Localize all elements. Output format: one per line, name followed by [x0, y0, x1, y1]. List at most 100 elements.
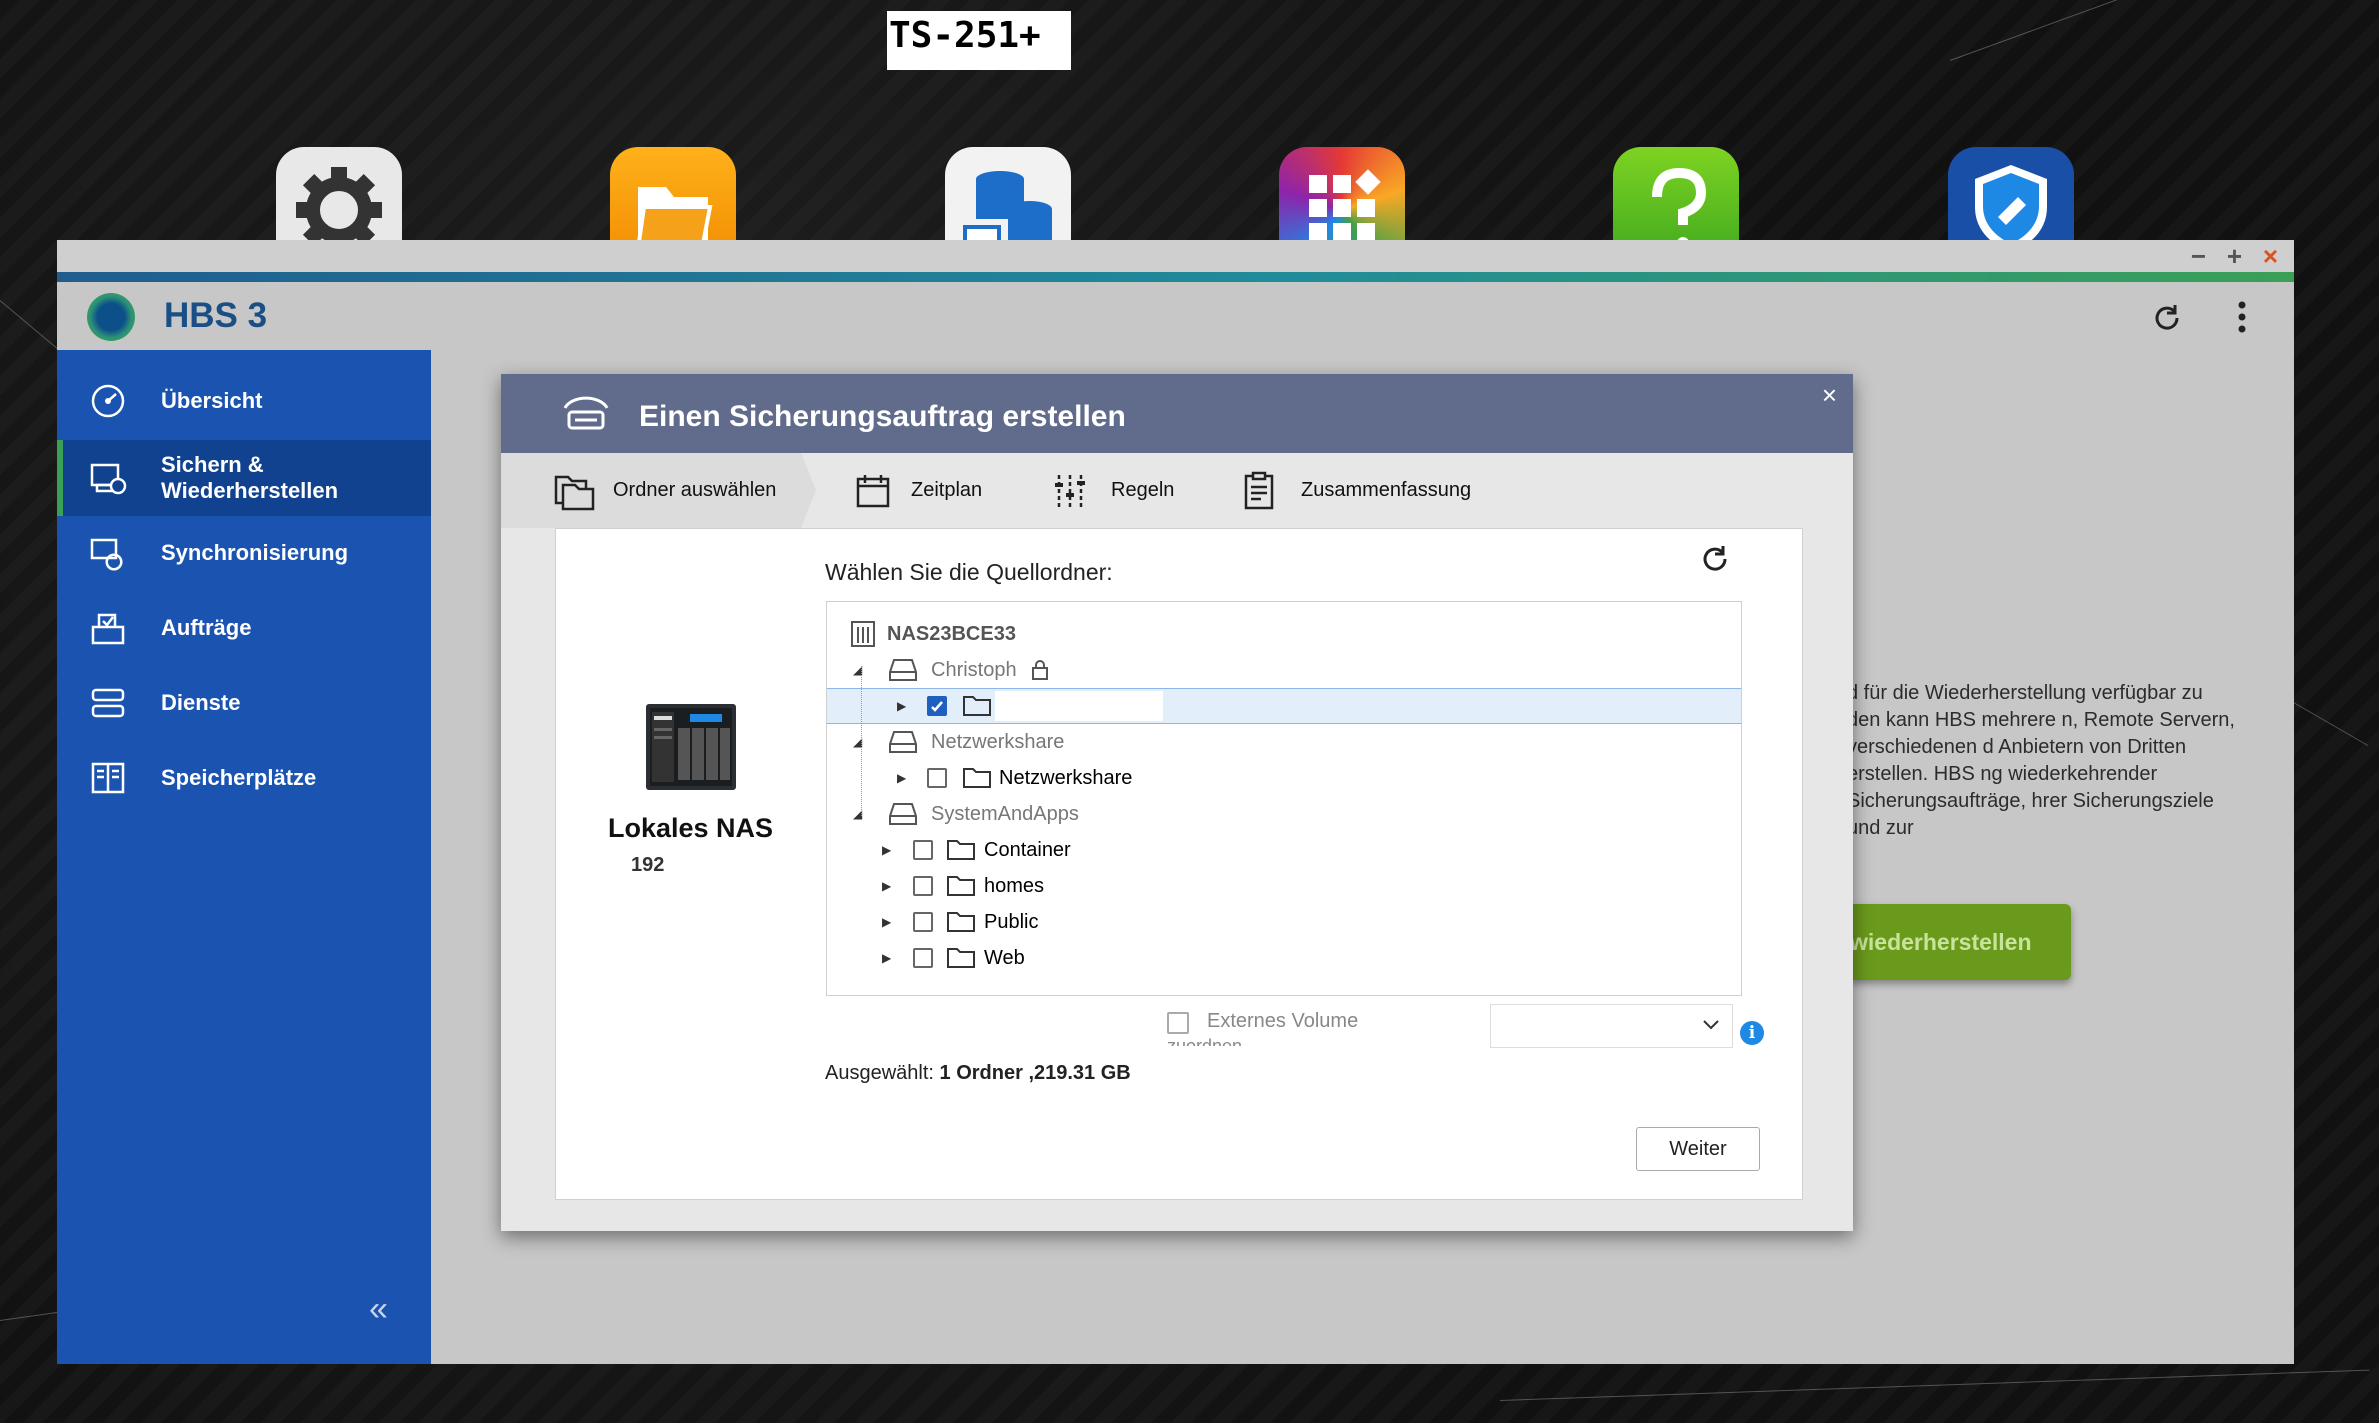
tree-folder[interactable]: ▶ Netzwerkshare: [827, 760, 1741, 796]
restore-button[interactable]: wiederherstellen: [1850, 904, 2071, 980]
more-options-icon[interactable]: [2237, 300, 2247, 334]
drive-icon: [889, 731, 917, 753]
external-volume-sublabel: zuordnen: [1167, 1036, 1243, 1046]
step-summary[interactable]: Zusammenfassung: [1243, 453, 1471, 528]
expand-triangle-icon[interactable]: ▶: [882, 843, 891, 857]
folder-checkbox[interactable]: [913, 840, 933, 860]
folder-label: Container: [984, 838, 1071, 861]
tree-share-christoph[interactable]: ◢ Christoph: [827, 652, 1741, 688]
folder-checkbox[interactable]: [927, 768, 947, 788]
nas-name: Lokales NAS: [608, 813, 774, 843]
sidebar-item-overview[interactable]: Übersicht: [57, 370, 431, 432]
dialog-title: Einen Sicherungsauftrag erstellen: [639, 400, 1126, 433]
step-schedule[interactable]: Zeitplan: [855, 453, 982, 528]
title-accent-bar: [57, 272, 2294, 282]
dialog-header: Einen Sicherungsauftrag erstellen ×: [501, 374, 1853, 453]
backup-job-icon: [563, 396, 609, 430]
folder-checkbox[interactable]: [913, 912, 933, 932]
folder-checkbox[interactable]: [913, 948, 933, 968]
source-folder-label: Wählen Sie die Quellordner:: [825, 559, 1113, 585]
tree-folder[interactable]: ▶ Web: [827, 940, 1741, 976]
folder-selection-panel: Lokales NAS 192 Wählen Sie die Quellordn…: [555, 528, 1803, 1200]
wizard-steps: Ordner auswählen Zeitplan Regeln Zusamme…: [501, 453, 1853, 528]
dashboard-icon: [91, 384, 125, 418]
selection-value: 1 Ordner ,219.31 GB: [939, 1062, 1131, 1084]
sidebar-item-label: Aufträge: [161, 615, 252, 640]
expand-triangle-icon[interactable]: ▶: [882, 879, 891, 893]
drive-icon: [889, 659, 917, 681]
tree-root[interactable]: NAS23BCE33: [827, 616, 1741, 652]
step-select-folder[interactable]: Ordner auswählen: [553, 453, 776, 528]
expand-triangle-icon[interactable]: ▶: [897, 771, 906, 785]
step-label: Ordner auswählen: [613, 479, 777, 501]
tree-folder[interactable]: ▶ homes: [827, 868, 1741, 904]
step-rules[interactable]: Regeln: [1053, 453, 1174, 528]
selection-summary: Ausgewählt: 1 Ordner ,219.31 GB: [825, 1062, 1131, 1085]
jobs-icon: [91, 613, 125, 645]
folder-label: Web: [984, 946, 1025, 969]
tree-share-systemandapps[interactable]: ◢ SystemAndApps: [827, 796, 1741, 832]
collapse-sidebar-button[interactable]: «: [369, 1290, 388, 1329]
external-volume-dropdown[interactable]: [1490, 1004, 1733, 1048]
sidebar-item-sync[interactable]: Synchronisierung: [57, 522, 431, 584]
hbs-logo: [87, 293, 135, 341]
expand-triangle-icon[interactable]: ▶: [882, 951, 891, 965]
nas-ip-address: 192: [631, 854, 665, 876]
next-button[interactable]: Weiter: [1636, 1127, 1760, 1171]
sidebar-item-label: Übersicht: [161, 388, 263, 413]
folder-icon: [963, 696, 991, 716]
storage-spaces-icon: [91, 762, 125, 794]
calendar-icon: [856, 474, 890, 507]
drive-icon: [889, 803, 917, 825]
chevron-down-icon: [1703, 1020, 1719, 1030]
nas-tree-icon: [851, 621, 875, 647]
folder-label: Netzwerkshare: [999, 766, 1133, 789]
sidebar: Übersicht Sichern & Wiederherstellen Syn…: [57, 350, 431, 1364]
sidebar-item-jobs[interactable]: Aufträge: [57, 597, 431, 659]
folder-checkbox[interactable]: [913, 876, 933, 896]
sidebar-item-label: Dienste: [161, 690, 241, 715]
folder-label: Public: [984, 910, 1039, 933]
sidebar-item-label: Speicherplätze: [161, 765, 317, 790]
step-label: Zusammenfassung: [1301, 479, 1472, 501]
redaction-mask: [666, 849, 754, 885]
app-header: HBS 3: [57, 282, 2294, 350]
backup-restore-icon: [90, 463, 127, 495]
minimize-button[interactable]: −: [2191, 240, 2206, 272]
folder-select-icon: [554, 475, 595, 510]
expand-triangle-icon[interactable]: ▶: [882, 915, 891, 929]
folder-checkbox[interactable]: [927, 696, 947, 716]
share-label: Christoph: [931, 658, 1017, 681]
tree-root-label: NAS23BCE33: [887, 622, 1016, 645]
folder-icon: [947, 840, 975, 860]
sidebar-item-label: Synchronisierung: [161, 540, 349, 565]
external-volume-checkbox[interactable]: [1167, 1012, 1189, 1034]
tree-folder[interactable]: ▶ Public: [827, 904, 1741, 940]
sync-icon: [90, 538, 123, 571]
close-window-button[interactable]: ×: [2263, 240, 2278, 272]
tree-share-netzwerkshare[interactable]: ◢ Netzwerkshare: [827, 724, 1741, 760]
tree-folder[interactable]: ▶ Container: [827, 832, 1741, 868]
sidebar-item-storage-spaces[interactable]: Speicherplätze: [57, 747, 431, 809]
expand-triangle-icon[interactable]: ▶: [897, 699, 906, 713]
info-icon[interactable]: i: [1740, 1021, 1764, 1045]
folder-icon: [963, 768, 991, 788]
folder-icon: [947, 948, 975, 968]
nas-model-label: TS-251+: [887, 11, 1071, 70]
share-label: Netzwerkshare: [931, 730, 1065, 753]
maximize-button[interactable]: +: [2227, 240, 2242, 272]
folder-icon: [947, 876, 975, 896]
tree-folder-selected[interactable]: ▶: [827, 688, 1741, 724]
refresh-icon[interactable]: [1699, 543, 1731, 575]
nas-device-image: [646, 704, 736, 790]
close-dialog-button[interactable]: ×: [1822, 380, 1837, 411]
folder-label: homes: [984, 874, 1045, 897]
sidebar-item-services[interactable]: Dienste: [57, 672, 431, 734]
refresh-app-icon[interactable]: [2151, 302, 2183, 334]
folder-tree: NAS23BCE33 ◢ Christoph ▶ ◢ Netzwerkshare…: [826, 601, 1742, 996]
window-titlebar: − + ×: [57, 240, 2294, 272]
sidebar-item-backup-restore[interactable]: Sichern & Wiederherstellen: [57, 440, 431, 516]
background-description: d für die Wiederherstellung verfügbar zu…: [1847, 682, 2235, 839]
redaction-mask: [995, 691, 1163, 721]
external-volume-label: Externes Volume: [1207, 1010, 1359, 1032]
